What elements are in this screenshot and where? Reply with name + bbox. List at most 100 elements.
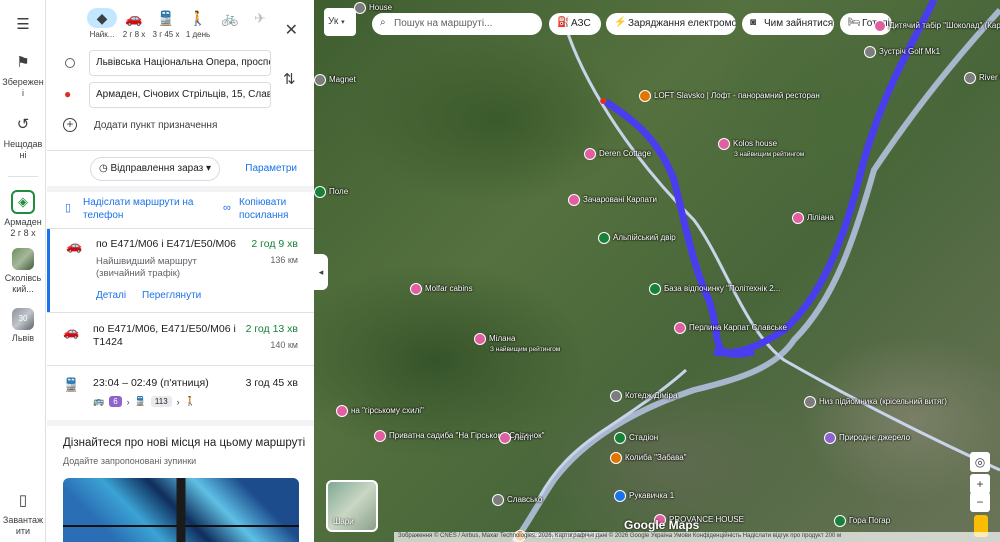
map-poi[interactable]: River F: [964, 72, 1000, 84]
saved-button[interactable]: ⚑ Збережен і: [0, 52, 46, 99]
zoom-out-button[interactable]: −: [970, 492, 990, 512]
route-preview-link[interactable]: Переглянути: [142, 290, 201, 301]
send-to-phone-button[interactable]: ▯ Надіслати маршрути на телефон: [65, 196, 205, 222]
route-option-transit[interactable]: 🚆 23:04 – 02:49 (п'ятниця) 3 год 45 хв 🚌…: [47, 366, 314, 418]
add-destination-button[interactable]: + Додати пункт призначення: [63, 118, 217, 132]
caret-down-icon: ▾: [206, 163, 212, 174]
map-poi[interactable]: Славсько: [492, 494, 542, 506]
map-poi[interactable]: Дитячий табір "Шоколад" (Карпати): [874, 20, 1000, 32]
poi-marker-icon: [374, 430, 386, 442]
bookmark-icon: ⚑: [16, 54, 30, 71]
swap-icon: ⇅: [283, 71, 296, 88]
poi-label: House: [369, 3, 393, 13]
discover-subtitle: Додайте запропоновані зупинки: [63, 456, 197, 466]
map-poi[interactable]: House: [354, 2, 392, 14]
recent-skole-button[interactable]: Сколівсь кий...: [0, 248, 46, 295]
mode-best[interactable]: ◆ Найк...: [85, 8, 119, 39]
origin-input[interactable]: Львівська Національна Опера, проспект: [89, 50, 271, 76]
map-poi[interactable]: Magnet: [314, 74, 356, 86]
map-poi[interactable]: Стадіон: [614, 432, 658, 444]
active-directions-button[interactable]: ◈ Армаден 2 г 8 х: [0, 190, 46, 239]
swap-waypoints-button[interactable]: ⇅: [283, 70, 296, 88]
train-small-icon: 🚆: [134, 396, 146, 406]
poi-marker-icon: [610, 452, 622, 464]
route-details-link[interactable]: Деталі: [96, 290, 126, 301]
zoom-in-button[interactable]: +: [970, 474, 990, 494]
map-poi[interactable]: на "гірському схилі": [336, 405, 424, 417]
poi-marker-icon: [804, 396, 816, 408]
depart-time-dropdown[interactable]: ◷ Відправлення зараз ▾: [90, 157, 221, 181]
map-poi[interactable]: Ліліана: [792, 212, 834, 224]
camera-icon: ◙: [750, 17, 757, 28]
map-poi[interactable]: Зустріч Golf Mk1: [864, 46, 940, 58]
close-icon: ✕: [284, 22, 298, 39]
route-option-2[interactable]: 🚗 по E471/M06, E471/E50/M06 і T1424 2 го…: [47, 313, 314, 365]
map-poi[interactable]: Molfar cabins: [410, 283, 473, 295]
minus-icon: −: [976, 495, 984, 509]
mode-bike[interactable]: 🚲: [213, 8, 247, 30]
map-poi[interactable]: Котедж Діміра: [610, 390, 677, 402]
poi-marker-icon: [792, 212, 804, 224]
poi-label: Славсько: [507, 495, 543, 505]
map-poi[interactable]: Низ підйомника (крісельний витяг): [804, 396, 947, 408]
map-poi[interactable]: Kolos house З найвищим рейтингом: [718, 138, 804, 159]
map-poi[interactable]: Поле: [314, 186, 348, 198]
poi-marker-icon: [864, 46, 876, 58]
destination-pin-icon: ●: [64, 87, 72, 101]
map-canvas[interactable]: ◂ Ук ▾ ⌕ Пошук на маршруті... ⛽ АЗС ⚡ За…: [314, 0, 1000, 542]
chip-things-to-do[interactable]: ◙ Чим зайнятися: [742, 13, 834, 35]
copy-link-button[interactable]: ∞ Копіювати посилання: [223, 196, 303, 222]
menu-icon: ☰: [16, 16, 30, 33]
route-option-1[interactable]: 🚗 по E471/M06 і E471/E50/M06 2 год 9 хв …: [47, 229, 314, 312]
poi-rating: З найвищим рейтингом: [490, 346, 561, 353]
history-button[interactable]: ↺ Нещодав ні: [0, 114, 46, 161]
bus-badge: 6: [109, 396, 122, 407]
link-icon: ∞: [223, 202, 231, 214]
map-poi[interactable]: Рукавичка 1: [614, 490, 674, 502]
destination-pin-icon[interactable]: ●: [599, 92, 607, 108]
collapse-panel-button[interactable]: ◂: [314, 254, 328, 290]
discover-place-photo[interactable]: [63, 478, 299, 542]
map-poi[interactable]: Deren Cottage: [584, 148, 651, 160]
route-options-button[interactable]: Параметри: [245, 163, 297, 174]
mode-flight[interactable]: ✈: [243, 8, 277, 30]
poi-label: Magnet: [329, 75, 356, 85]
destination-input[interactable]: Армаден, Січових Стрільців, 15, Славсь: [89, 82, 271, 108]
chip-ev-charging[interactable]: ⚡ Заряджання електромо...: [606, 13, 736, 35]
mode-car[interactable]: 🚗 2 г 8 х: [117, 8, 151, 39]
skole-label: Сколівсь кий...: [4, 273, 42, 294]
map-poi[interactable]: База відпочинку "Політехнік 2...: [649, 283, 780, 295]
route-search-input[interactable]: ⌕ Пошук на маршруті...: [372, 13, 542, 35]
mode-walk[interactable]: 🚶 1 день: [181, 8, 215, 39]
add-circle-icon: +: [63, 118, 77, 132]
phone-icon: ▯: [18, 492, 28, 509]
depart-label: Відправлення зараз: [110, 163, 204, 174]
map-poi[interactable]: Природнє джерело: [824, 432, 910, 444]
target-icon: ◎: [974, 455, 986, 469]
menu-button[interactable]: ☰: [0, 14, 46, 39]
active-label: Армаден 2 г 8 х: [4, 217, 42, 238]
lviv-label: Львів: [11, 333, 35, 343]
map-poi[interactable]: Перлина Карпат Славське: [674, 322, 787, 334]
map-poi[interactable]: Леґіт: [499, 432, 532, 444]
plane-icon: ✈: [254, 10, 266, 26]
poi-label: Природнє джерело: [839, 433, 911, 443]
recent-lviv-button[interactable]: 30 Львів: [0, 308, 46, 344]
route-note: Найшвидший маршрут: [96, 256, 197, 267]
map-poi[interactable]: Колиба "Забава": [610, 452, 687, 464]
map-poi[interactable]: Гора Погар: [834, 515, 890, 527]
close-directions-button[interactable]: ✕: [285, 20, 298, 40]
route-name: по E471/M06 і E471/E50/M06: [96, 238, 236, 250]
mode-transit[interactable]: 🚆 3 г 45 х: [149, 8, 183, 39]
layers-button[interactable]: Шари: [326, 480, 378, 532]
skole-thumbnail: [12, 248, 34, 270]
download-app-button[interactable]: ▯ Завантаж ити: [0, 490, 46, 537]
map-poi[interactable]: Зачаровані Карпати: [568, 194, 657, 206]
walk-small-icon: 🚶: [184, 396, 196, 406]
map-poi[interactable]: Альпійський двір: [598, 232, 676, 244]
map-poi[interactable]: LOFT Slavsko | Лофт - панорамний рестора…: [639, 90, 820, 102]
map-poi[interactable]: Мілана З найвищим рейтингом: [474, 333, 560, 354]
my-location-button[interactable]: ◎: [970, 452, 990, 472]
chip-gas[interactable]: ⛽ АЗС: [549, 13, 601, 35]
language-select[interactable]: Ук ▾: [324, 8, 356, 36]
